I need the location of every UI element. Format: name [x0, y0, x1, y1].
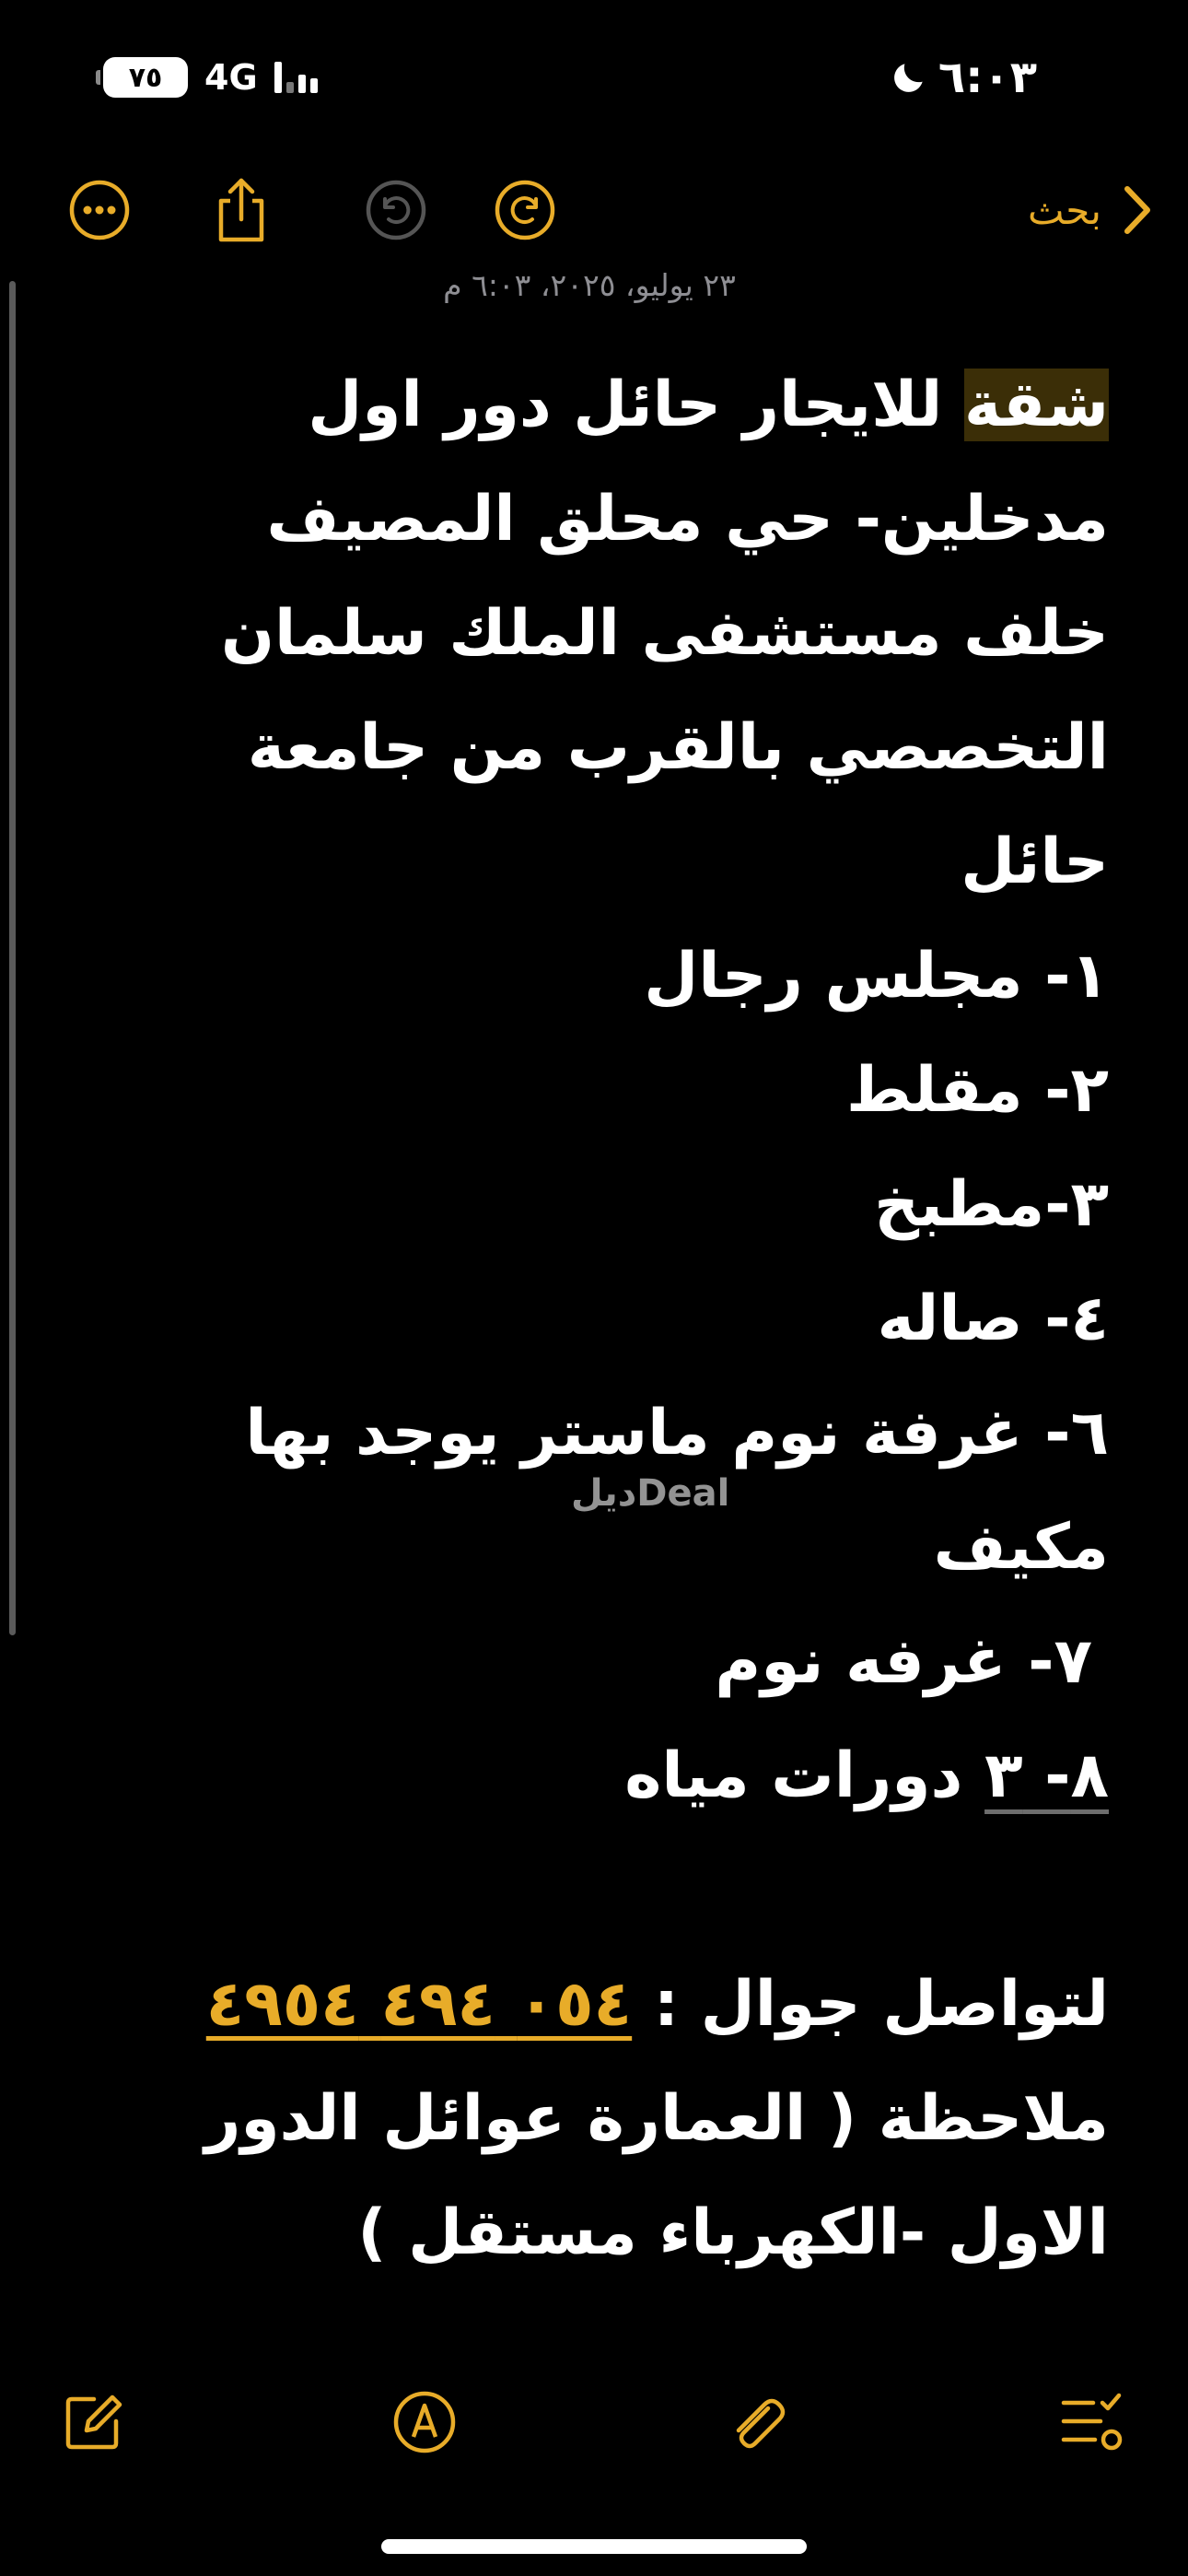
note-list-item: ٧- غرفه نوم	[715, 1625, 1092, 1698]
battery-icon: ٧٥	[96, 57, 188, 98]
note-remark-line: الاول -الكهرباء مستقل )	[357, 2196, 1109, 2269]
back-button[interactable]: بحث	[1028, 175, 1153, 245]
network-type: 4G	[204, 57, 258, 98]
note-list-item: ٣-مطبخ	[874, 1168, 1109, 1241]
moon-icon	[889, 57, 929, 98]
scroll-indicator[interactable]	[9, 281, 16, 1635]
chevron-right-icon	[1124, 186, 1150, 234]
note-title-line: شقة للايجار حائل دور اول	[188, 348, 1109, 463]
status-indicators: ٧٥ 4G	[96, 57, 318, 98]
checklist-button[interactable]	[1050, 2381, 1133, 2464]
contact-label: لتواصل جوال :	[632, 1968, 1109, 2041]
note-remark-line: ملاحظة ( العمارة عوائل الدور	[204, 2082, 1109, 2155]
redo-icon	[495, 180, 555, 240]
note-title-rest: للايجار حائل دور اول	[308, 369, 964, 441]
note-line: حائل	[961, 825, 1109, 898]
note-line: التخصصي بالقرب من جامعة	[247, 711, 1109, 784]
signal-icon	[274, 62, 318, 93]
compose-icon	[65, 2395, 122, 2450]
watermark-logo: ديلDeal	[571, 1472, 730, 1515]
status-time: ٦:٠٣	[938, 52, 1037, 103]
note-date: ٢٣ يوليو، ٢٠٢٥، ٦:٠٣ م	[443, 267, 736, 303]
item-8-rest: دورات مياه	[624, 1739, 985, 1812]
back-label: بحث	[1027, 187, 1101, 233]
note-line: خلف مستشفى الملك سلمان	[220, 597, 1109, 670]
note-list-item: ٨- ٣ دورات مياه	[188, 1719, 1109, 1833]
markup-button[interactable]	[383, 2381, 466, 2464]
contact-line: لتواصل جوال : ٠٥٤ ٤٩٤ ٤٩٥٤	[188, 1948, 1109, 2062]
undo-icon	[366, 180, 426, 240]
battery-level: ٧٥	[128, 61, 163, 94]
attach-button[interactable]	[715, 2381, 798, 2464]
pen-tip-circle-icon	[393, 2391, 456, 2453]
note-list-item: ٢- مقلط	[845, 1054, 1109, 1127]
note-line: مدخلين- حي محلق المصيف	[266, 483, 1109, 556]
paperclip-icon	[736, 2398, 786, 2449]
undo-button[interactable]	[361, 175, 431, 245]
home-indicator[interactable]	[381, 2539, 807, 2554]
search-highlight: شقة	[963, 369, 1109, 441]
redo-button[interactable]	[490, 175, 560, 245]
more-options-button[interactable]	[64, 175, 134, 245]
checklist-icon	[1061, 2393, 1123, 2451]
share-button[interactable]	[206, 175, 276, 245]
phone-link[interactable]: ٠٥٤ ٤٩٤ ٤٩٥٤	[206, 1968, 632, 2041]
status-bar: ٦:٠٣ ٧٥ 4G	[0, 44, 1188, 118]
status-clock: ٦:٠٣	[889, 52, 1037, 103]
new-note-button[interactable]	[52, 2381, 134, 2464]
note-body[interactable]: شقة للايجار حائل دور اول مدخلين- حي محلق…	[188, 348, 1109, 2290]
note-list-item: ٤- صاله	[877, 1282, 1109, 1355]
ellipsis-circle-icon	[69, 180, 130, 240]
note-list-item: ١- مجلس رجال	[644, 940, 1109, 1013]
note-toolbar: بحث	[0, 175, 1188, 245]
share-icon	[218, 178, 264, 242]
bottom-toolbar	[0, 2381, 1188, 2464]
item-8-prefix: ٨- ٣	[984, 1739, 1109, 1812]
